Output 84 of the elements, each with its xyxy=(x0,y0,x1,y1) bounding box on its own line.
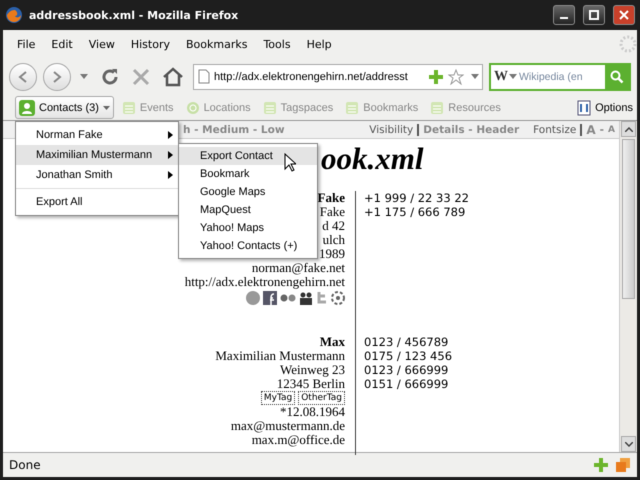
forward-button[interactable] xyxy=(43,62,71,90)
menu-entry[interactable]: Yahoo! Contacts (+) xyxy=(179,237,317,255)
facebook-icon xyxy=(263,291,277,305)
history-dropdown-button[interactable] xyxy=(77,74,91,79)
caret-icon[interactable] xyxy=(509,74,517,79)
menu-item[interactable]: Edit xyxy=(43,38,81,50)
back-button[interactable] xyxy=(9,62,37,90)
phone-number: 0151 / 666999 xyxy=(364,377,450,391)
status-text: Done xyxy=(9,458,42,472)
plus-icon[interactable] xyxy=(593,457,609,473)
maximize-icon xyxy=(589,10,599,20)
contact-detail: http://adx.elektronengehirn.net xyxy=(184,275,345,289)
scroll-up-button[interactable] xyxy=(621,121,636,137)
page-title: ook.xml xyxy=(321,141,424,176)
loading-spinner-icon xyxy=(619,35,637,53)
caret-icon xyxy=(102,106,110,110)
close-button[interactable] xyxy=(613,5,635,25)
tag-label[interactable]: OtherTag xyxy=(298,391,345,405)
search-button[interactable] xyxy=(605,64,629,88)
menu-entry[interactable]: Export Contact xyxy=(179,147,317,165)
menu-entry[interactable]: Google Maps xyxy=(179,183,317,201)
contact-name: Max xyxy=(320,335,345,349)
tag-label[interactable]: MyTag xyxy=(260,391,296,405)
minimize-button[interactable] xyxy=(553,5,575,25)
twitter-icon xyxy=(316,291,328,305)
list-icon xyxy=(345,100,360,114)
menu-item[interactable]: File xyxy=(9,38,44,50)
list-icon xyxy=(430,100,444,114)
menu-entry[interactable]: Norman Fake xyxy=(16,125,178,145)
phone-number: +1 175 / 666 789 xyxy=(364,205,466,219)
phone-number: 0123 / 456789 xyxy=(364,335,450,349)
options-icon xyxy=(577,100,592,116)
close-icon xyxy=(619,10,629,20)
scrollbar-thumb[interactable] xyxy=(622,139,635,299)
maximize-button[interactable] xyxy=(583,5,605,25)
person-icon xyxy=(19,100,35,116)
window-title: addressbook.xml - Mozilla Firefox xyxy=(29,8,240,22)
contact-detail: Weinweg 23 xyxy=(280,363,345,377)
search-engine-logo[interactable]: W xyxy=(491,68,509,84)
contact-detail: 12345 Berlin xyxy=(276,377,345,391)
sidebar-tab[interactable]: Contacts (3) xyxy=(15,96,114,119)
globe-icon xyxy=(186,100,200,114)
font-separator: - xyxy=(600,124,604,136)
phone-number: 0175 / 123 456 xyxy=(364,349,454,363)
visibility-label: Visibility xyxy=(369,124,414,136)
menu-item[interactable]: Tools xyxy=(255,38,299,50)
menu-entry[interactable]: MapQuest xyxy=(179,201,317,219)
firefox-logo-icon xyxy=(5,6,23,24)
menu-item[interactable]: Bookmarks xyxy=(178,38,256,50)
page-icon xyxy=(198,69,210,84)
phone-number: +1 999 / 22 33 22 xyxy=(364,191,470,205)
menu-entry[interactable]: Yahoo! Maps xyxy=(179,219,317,237)
contact-detail: norman@fake.net xyxy=(252,261,345,275)
url-dropdown-button[interactable] xyxy=(468,74,482,79)
scroll-down-button[interactable] xyxy=(621,436,636,452)
fontsize-label: Fontsize xyxy=(533,124,576,136)
stacked-squares-icon[interactable] xyxy=(615,457,631,473)
people-icon xyxy=(299,291,313,305)
contact-detail: ulch xyxy=(322,233,345,247)
menu-item[interactable]: History xyxy=(122,38,178,50)
phone-number: 0123 / 666999 xyxy=(364,363,450,377)
contact-detail: max@mustermann.de xyxy=(230,419,345,433)
menu-entry[interactable]: Bookmark xyxy=(179,165,317,183)
contact-detail: 1989 xyxy=(319,247,345,261)
contact-name: Fake xyxy=(318,191,345,205)
mouse-cursor-icon xyxy=(284,153,296,172)
menu-entry[interactable]: Maximilian Mustermann xyxy=(16,145,178,165)
contact-detail: d 42 xyxy=(322,219,345,233)
menu-entry[interactable]: Export All xyxy=(16,192,178,212)
address-bar[interactable]: http://adx.elektronengehirn.net/addresst xyxy=(193,64,483,90)
search-icon xyxy=(610,70,624,84)
plus-icon[interactable] xyxy=(428,68,444,84)
contact-detail: Maximilian Mustermann xyxy=(215,349,345,363)
options-button[interactable]: Options xyxy=(573,96,637,119)
star-icon[interactable] xyxy=(448,68,464,84)
contact-detail: *12.08.1964 xyxy=(280,405,345,419)
list-icon xyxy=(262,100,277,114)
contact-detail: Fake xyxy=(320,205,345,219)
flower-icon xyxy=(331,291,345,305)
list-icon xyxy=(122,100,136,114)
contact-detail: max.m@office.de xyxy=(252,433,345,447)
menu-item[interactable]: Help xyxy=(298,38,340,50)
menu-entry[interactable]: Jonathan Smith xyxy=(16,165,178,185)
menu-item[interactable]: View xyxy=(80,38,123,50)
